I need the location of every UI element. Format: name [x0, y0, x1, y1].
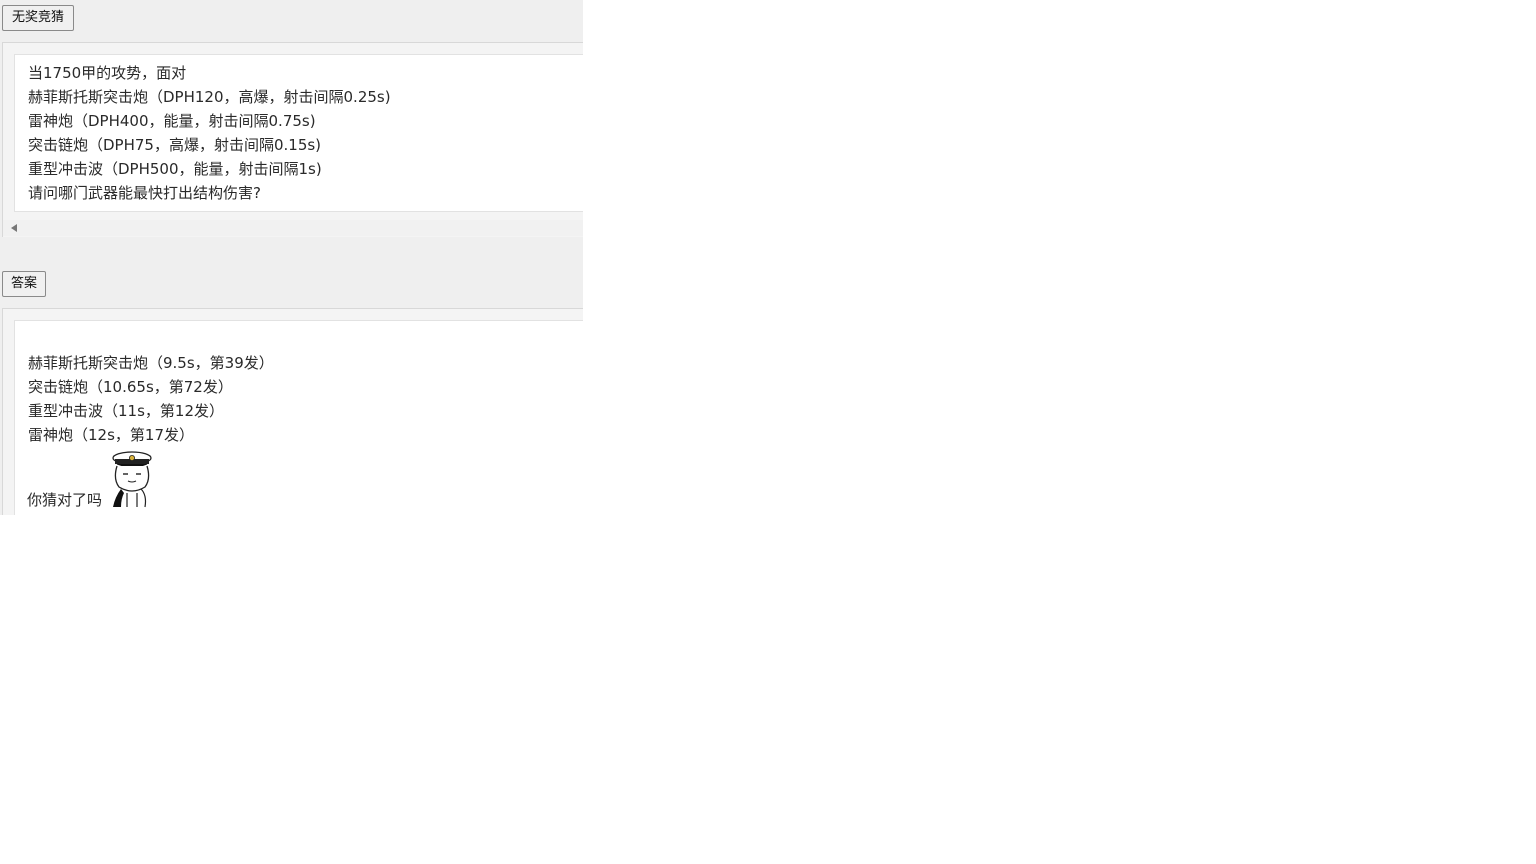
scroll-left-arrow-icon[interactable] — [11, 224, 17, 232]
answer-line: 赫菲斯托斯突击炮（9.5s，第39发） — [28, 354, 274, 372]
question-line: 请问哪门武器能最快打出结构伤害? — [28, 184, 261, 202]
closing-row: 你猜对了吗 — [27, 449, 327, 509]
captain-meme-sticker-icon — [112, 451, 152, 508]
question-line: 雷神炮（DPH400，能量，射击间隔0.75s) — [28, 112, 316, 130]
app-frame: 无奖竞猜 当1750甲的攻势，面对 赫菲斯托斯突击炮（DPH120，高爆，射击间… — [0, 0, 583, 515]
answer-line: 突击链炮（10.65s，第72发） — [28, 378, 233, 396]
answer-line: 雷神炮（12s，第17发） — [28, 426, 194, 444]
guess-button[interactable]: 无奖竞猜 — [2, 5, 74, 31]
question-line: 当1750甲的攻势，面对 — [28, 64, 187, 82]
closing-text: 你猜对了吗 — [27, 491, 103, 509]
answer-line: 重型冲击波（11s，第12发） — [28, 402, 224, 420]
question-content: 当1750甲的攻势，面对 赫菲斯托斯突击炮（DPH120，高爆，射击间隔0.25… — [14, 54, 583, 212]
question-line: 突击链炮（DPH75，高爆，射击间隔0.15s) — [28, 136, 322, 154]
answer-button[interactable]: 答案 — [2, 271, 46, 297]
question-line: 重型冲击波（DPH500，能量，射击间隔1s) — [28, 160, 322, 178]
question-panel: 当1750甲的攻势，面对 赫菲斯托斯突击炮（DPH120，高爆，射击间隔0.25… — [2, 42, 583, 237]
answer-panel: 赫菲斯托斯突击炮（9.5s，第39发） 突击链炮（10.65s，第72发） 重型… — [2, 308, 583, 515]
horizontal-scrollbar[interactable] — [3, 220, 583, 236]
question-line: 赫菲斯托斯突击炮（DPH120，高爆，射击间隔0.25s) — [28, 88, 391, 106]
